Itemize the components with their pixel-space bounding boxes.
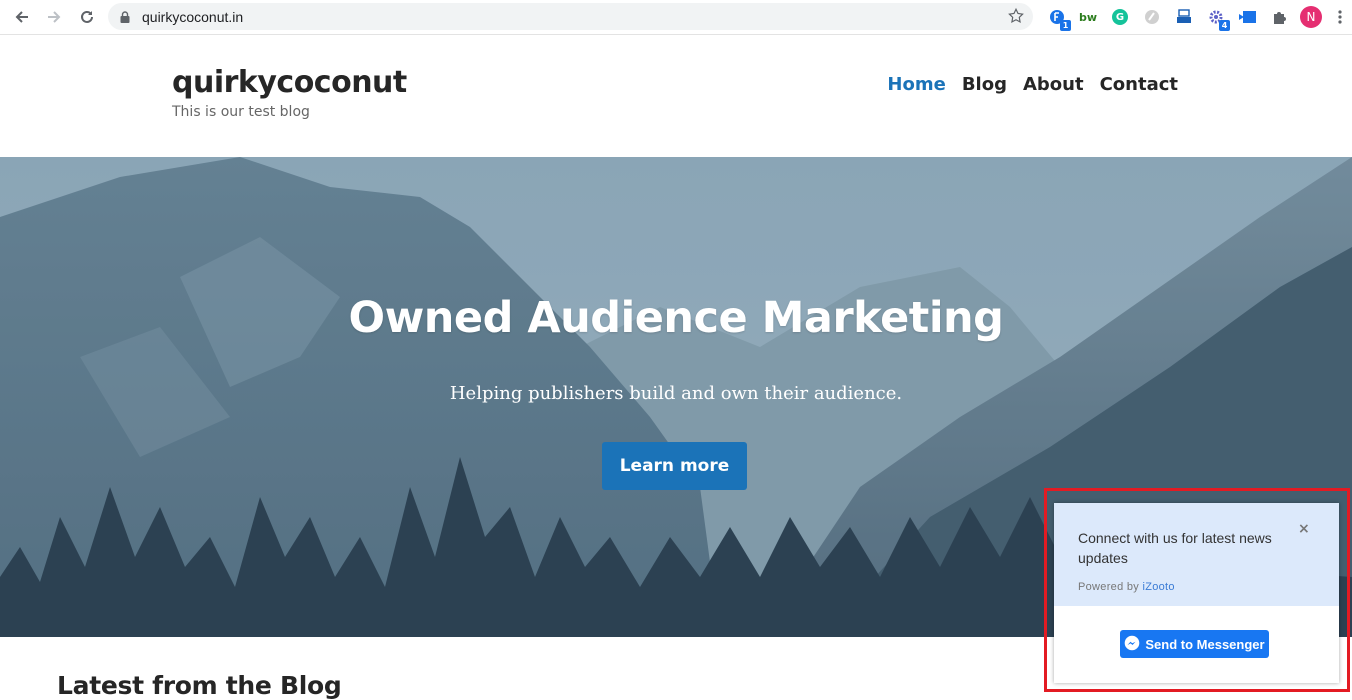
feedly-icon[interactable]: 1 bbox=[1046, 6, 1071, 31]
forward-button[interactable] bbox=[42, 5, 66, 29]
extension-badge: 4 bbox=[1219, 20, 1230, 31]
back-button[interactable] bbox=[10, 5, 34, 29]
hero-subtitle: Helping publishers build and own their a… bbox=[449, 383, 903, 404]
nav-contact[interactable]: Contact bbox=[1100, 74, 1178, 95]
messenger-button-label: Send to Messenger bbox=[1145, 636, 1265, 652]
powered-by-prefix: Powered by bbox=[1078, 581, 1143, 593]
printer-ext-icon[interactable] bbox=[1173, 6, 1195, 28]
site-header: quirkycoconut This is our test blog Home… bbox=[0, 35, 1352, 157]
gray-circle-icon[interactable] bbox=[1141, 6, 1163, 28]
messenger-icon bbox=[1124, 635, 1140, 654]
profile-avatar[interactable]: N bbox=[1300, 6, 1322, 28]
bw-icon[interactable]: bw bbox=[1077, 6, 1099, 28]
site-title[interactable]: quirkycoconut bbox=[172, 65, 407, 100]
learn-more-button[interactable]: Learn more bbox=[602, 442, 747, 490]
close-icon[interactable]: × bbox=[1298, 521, 1310, 537]
kebab-menu-icon[interactable] bbox=[1329, 6, 1351, 28]
address-bar[interactable]: quirkycoconut.in bbox=[108, 3, 1033, 30]
widget-message: Connect with us for latest news updates bbox=[1078, 530, 1272, 566]
cast-ext-icon[interactable] bbox=[1237, 6, 1259, 28]
hero-title: Owned Audience Marketing bbox=[348, 293, 1004, 343]
site-tagline: This is our test blog bbox=[172, 104, 310, 120]
izooto-link[interactable]: iZooto bbox=[1142, 581, 1174, 593]
izooto-messenger-widget: Connect with us for latest news updates … bbox=[1054, 503, 1339, 683]
powered-by-label: Powered by iZooto bbox=[1078, 581, 1175, 593]
main-nav: Home Blog About Contact bbox=[887, 74, 1178, 95]
back-arrow-icon bbox=[15, 11, 28, 23]
reload-button[interactable] bbox=[75, 5, 99, 29]
extension-badge: 1 bbox=[1060, 20, 1071, 31]
blog-section-heading: Latest from the Blog bbox=[57, 671, 342, 700]
forward-arrow-icon bbox=[48, 11, 61, 23]
nav-home[interactable]: Home bbox=[887, 74, 945, 95]
browser-toolbar: quirkycoconut.in 1 bw G 4 N bbox=[0, 0, 1352, 35]
nav-blog[interactable]: Blog bbox=[962, 74, 1007, 95]
bookmark-star-icon[interactable] bbox=[1007, 7, 1025, 30]
grammarly-icon[interactable]: G bbox=[1109, 6, 1131, 28]
widget-header: Connect with us for latest news updates … bbox=[1054, 503, 1339, 606]
url-text: quirkycoconut.in bbox=[142, 9, 244, 25]
lock-icon bbox=[120, 10, 130, 28]
puzzle-icon[interactable] bbox=[1269, 6, 1291, 28]
reload-icon bbox=[81, 10, 93, 23]
nav-about[interactable]: About bbox=[1023, 74, 1084, 95]
send-to-messenger-button[interactable]: Send to Messenger bbox=[1120, 630, 1269, 658]
gear-ext-icon[interactable]: 4 bbox=[1205, 6, 1230, 31]
